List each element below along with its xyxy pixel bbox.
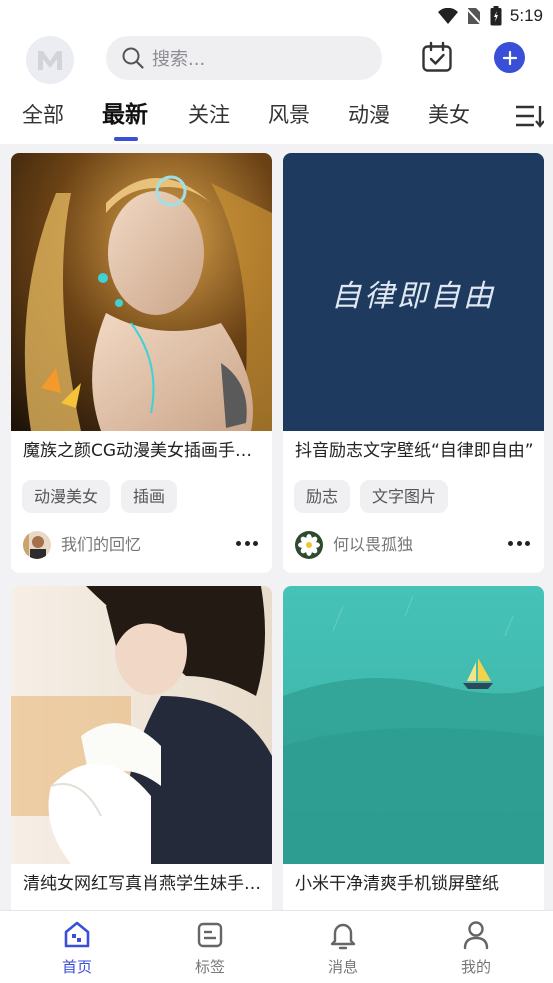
wallpaper-card[interactable]: 小米干净清爽手机锁屏壁纸 bbox=[283, 586, 544, 910]
nav-profile-label: 我的 bbox=[460, 958, 491, 976]
tab-following[interactable]: 关注 bbox=[188, 100, 230, 130]
author-name[interactable]: 何以畏孤独 bbox=[333, 533, 413, 557]
calendar-check-icon bbox=[422, 41, 452, 72]
tag-icon bbox=[194, 919, 226, 951]
tab-all[interactable]: 全部 bbox=[22, 100, 64, 130]
nav-messages[interactable]: 消息 bbox=[303, 919, 383, 979]
nav-profile[interactable]: 我的 bbox=[436, 919, 516, 979]
search-placeholder: 搜索... bbox=[152, 49, 206, 70]
tab-latest[interactable]: 最新 bbox=[102, 100, 148, 130]
calendar-checkin-button[interactable] bbox=[420, 40, 454, 74]
card-tag[interactable]: 动漫美女 bbox=[22, 480, 111, 513]
status-icons: 5:19 bbox=[437, 4, 543, 28]
nav-home-label: 首页 bbox=[61, 958, 92, 976]
status-bar: 5:19 bbox=[0, 0, 553, 32]
wallpaper-card[interactable]: 自律即自由 抖音励志文字壁纸“自律即自由” 励志 文字图片 何以畏孤独 bbox=[283, 153, 544, 573]
wallpaper-card[interactable]: 清纯女网红写真肖燕学生妹手机壁纸 bbox=[11, 586, 272, 910]
top-header: 搜索... bbox=[0, 32, 553, 90]
add-button[interactable] bbox=[494, 42, 525, 73]
author-avatar[interactable] bbox=[23, 531, 51, 559]
bottom-navigation: 首页 标签 消息 我的 bbox=[0, 910, 553, 983]
card-tag[interactable]: 插画 bbox=[121, 480, 178, 513]
author-avatar[interactable] bbox=[295, 531, 323, 559]
card-tag[interactable]: 励志 bbox=[294, 480, 351, 513]
nav-tags[interactable]: 标签 bbox=[170, 919, 250, 979]
card-title: 魔族之颜CG动漫美女插画手机壁纸 bbox=[23, 441, 263, 461]
nav-messages-label: 消息 bbox=[327, 958, 358, 976]
card-tag[interactable]: 文字图片 bbox=[360, 480, 449, 513]
nav-tags-label: 标签 bbox=[194, 958, 225, 976]
tab-menu-icon[interactable] bbox=[514, 103, 544, 129]
user-icon bbox=[460, 919, 492, 951]
active-tab-indicator bbox=[114, 137, 138, 141]
author-name[interactable]: 我们的回忆 bbox=[61, 533, 141, 557]
card-title: 小米干净清爽手机锁屏壁纸 bbox=[295, 874, 499, 894]
plus-icon bbox=[502, 50, 517, 65]
more-options-icon[interactable] bbox=[236, 538, 258, 548]
user-avatar[interactable] bbox=[26, 36, 74, 84]
no-sim-icon bbox=[466, 8, 482, 25]
card-thumbnail[interactable] bbox=[11, 153, 272, 431]
search-icon bbox=[122, 47, 144, 69]
more-options-icon[interactable] bbox=[508, 538, 530, 548]
bell-icon bbox=[327, 919, 359, 951]
tab-beauty[interactable]: 美女 bbox=[428, 100, 470, 130]
image-caption-text: 自律即自由 bbox=[331, 279, 496, 314]
search-input[interactable]: 搜索... bbox=[106, 36, 382, 80]
app-logo-icon bbox=[38, 51, 62, 70]
wallpaper-feed[interactable]: 魔族之颜CG动漫美女插画手机壁纸 动漫美女 插画 我们的回忆 自律即自由 抖音励… bbox=[0, 144, 553, 910]
card-thumbnail[interactable] bbox=[283, 586, 544, 864]
wallpaper-card[interactable]: 魔族之颜CG动漫美女插画手机壁纸 动漫美女 插画 我们的回忆 bbox=[11, 153, 272, 573]
card-thumbnail[interactable] bbox=[11, 586, 272, 864]
battery-icon bbox=[490, 6, 502, 26]
tab-anime[interactable]: 动漫 bbox=[348, 100, 390, 130]
status-time: 5:19 bbox=[509, 6, 543, 25]
card-title: 抖音励志文字壁纸“自律即自由” bbox=[295, 441, 534, 461]
wifi-icon bbox=[437, 8, 458, 24]
card-thumbnail[interactable]: 自律即自由 bbox=[283, 153, 544, 431]
category-tabs: 全部 最新 关注 风景 动漫 美女 bbox=[0, 90, 553, 144]
tab-scenery[interactable]: 风景 bbox=[268, 100, 310, 130]
home-icon bbox=[61, 919, 93, 951]
card-title: 清纯女网红写真肖燕学生妹手机壁纸 bbox=[23, 874, 263, 894]
nav-home[interactable]: 首页 bbox=[37, 919, 117, 979]
